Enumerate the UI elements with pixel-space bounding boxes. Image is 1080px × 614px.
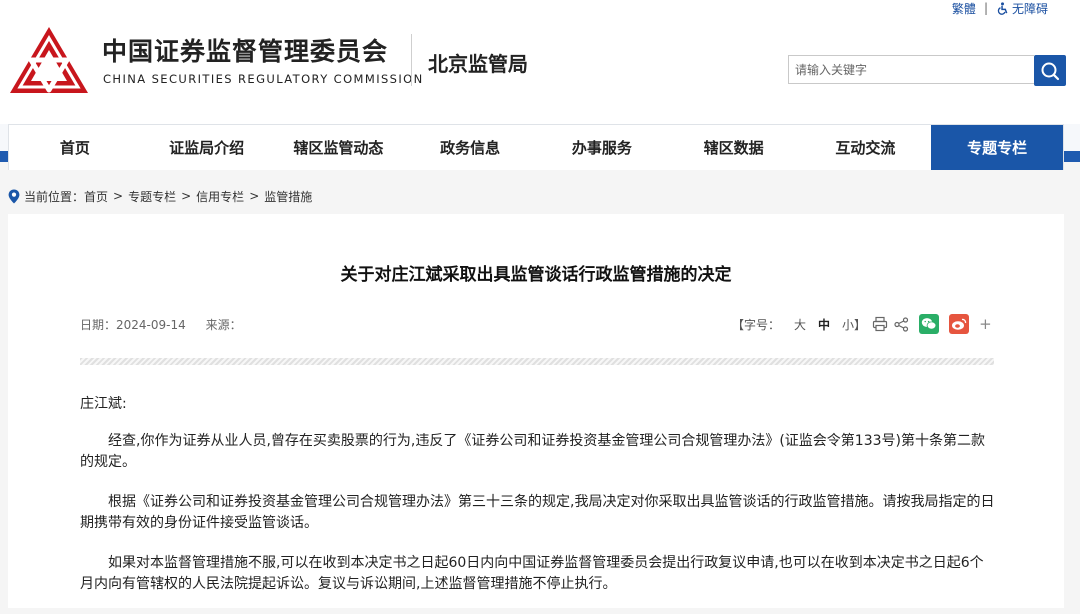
article-paragraph: 如果对本监督管理措施不服,可以在收到本决定书之日起60日内向中国证券监督管理委员…: [80, 555, 984, 592]
breadcrumb-label: 当前位置：: [24, 189, 85, 204]
accessibility-label: 无障碍: [1011, 1, 1048, 16]
search-icon: [1041, 62, 1060, 80]
wheelchair-icon: [997, 1, 1008, 15]
date-value: 2024-09-14: [116, 318, 186, 332]
nav-item-special-column[interactable]: 专题专栏: [931, 125, 1063, 170]
main-nav: 首页 证监局介绍 辖区监管动态 政务信息 办事服务 辖区数据 互动交流 专题专栏: [8, 124, 1064, 170]
font-size-large-button[interactable]: 大: [794, 316, 806, 333]
csrc-logo[interactable]: [8, 24, 90, 96]
meta-divider: [80, 358, 994, 365]
source-label: 来源：: [205, 318, 242, 332]
weibo-share-button[interactable]: [949, 314, 970, 334]
nav-item-services[interactable]: 办事服务: [536, 125, 668, 170]
article-salutation: 庄江斌:: [80, 396, 127, 412]
share-button[interactable]: [894, 316, 909, 332]
breadcrumb-separator: >: [181, 189, 192, 203]
breadcrumb-separator: >: [113, 189, 124, 203]
location-pin-icon: [8, 189, 20, 203]
top-links-separator: |: [983, 1, 988, 15]
search-input[interactable]: [788, 55, 1034, 84]
article-panel: 关于对庄江斌采取出具监管谈话行政监管措施的决定 日期：2024-09-14 来源…: [8, 214, 1064, 608]
search-box: [788, 55, 1066, 86]
breadcrumb-separator: >: [249, 189, 260, 203]
breadcrumb-item-home[interactable]: 首页: [84, 188, 108, 205]
article-date: 日期：2024-09-14: [80, 318, 186, 332]
article-tools: 【字号： 大 中 小】 +: [732, 312, 992, 336]
search-button[interactable]: [1034, 55, 1066, 86]
wechat-share-button[interactable]: [919, 314, 940, 334]
nav-item-bureau-intro[interactable]: 证监局介绍: [141, 125, 273, 170]
print-button[interactable]: [872, 316, 888, 332]
bureau-name: 北京监管局: [428, 52, 528, 76]
share-icon: [894, 316, 909, 332]
top-links: 繁體 | 无障碍: [952, 0, 1048, 16]
nav-item-interaction[interactable]: 互动交流: [800, 125, 932, 170]
wechat-icon: [919, 314, 940, 334]
org-name-en: CHINA SECURITIES REGULATORY COMMISSION: [103, 72, 424, 86]
font-size-medium-button[interactable]: 中: [818, 316, 830, 333]
header-divider: [411, 34, 412, 86]
article-meta: 日期：2024-09-14 来源：: [80, 316, 258, 333]
breadcrumb-item-measures[interactable]: 监管措施: [264, 188, 312, 205]
org-name-cn: 中国证券监督管理委员会: [102, 37, 389, 66]
accessibility-link[interactable]: 无障碍: [996, 0, 1048, 17]
nav-item-district-data[interactable]: 辖区数据: [668, 125, 800, 170]
more-share-button[interactable]: +: [979, 315, 992, 333]
breadcrumb-item-special-column[interactable]: 专题专栏: [128, 188, 176, 205]
article-paragraph: 经查,你作为证券从业人员,曾存在买卖股票的行为,违反了《证券公司和证券投资基金管…: [80, 433, 985, 470]
traditional-chinese-link[interactable]: 繁體: [952, 0, 976, 17]
weibo-icon: [949, 314, 970, 334]
article-title: 关于对庄江斌采取出具监管谈话行政监管措施的决定: [340, 265, 732, 285]
font-size-small-button[interactable]: 小】: [842, 316, 866, 333]
site-header: 繁體 | 无障碍 中国证券监督管理委员会 CHINA SECURITIES RE…: [0, 0, 1080, 124]
breadcrumb: 当前位置： 首页 > 专题专栏 > 信用专栏 > 监管措施: [8, 186, 312, 206]
nav-item-government-info[interactable]: 政务信息: [404, 125, 536, 170]
nav-item-regulatory-news[interactable]: 辖区监管动态: [273, 125, 405, 170]
article-body: 庄江斌: 经查,你作为证券从业人员,曾存在买卖股票的行为,违反了《证券公司和证券…: [80, 394, 996, 614]
font-size-label: 【字号：: [732, 317, 781, 332]
article-paragraph: 根据《证券公司和证券投资基金管理公司合规管理办法》第三十三条的规定,我局决定对你…: [80, 494, 995, 531]
nav-item-home[interactable]: 首页: [9, 125, 141, 170]
print-icon: [872, 316, 888, 332]
breadcrumb-item-credit-column[interactable]: 信用专栏: [196, 188, 244, 205]
date-label: 日期：: [80, 318, 117, 332]
